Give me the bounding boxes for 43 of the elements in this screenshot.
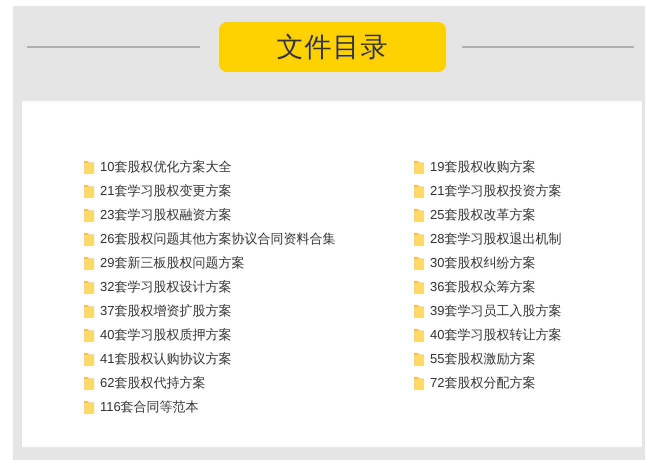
folder-name[interactable]: 19套股权收购方案 <box>430 157 536 177</box>
folder-icon <box>84 328 94 342</box>
folder-name[interactable]: 30套股权纠纷方案 <box>430 253 536 273</box>
section-title: 文件目录 <box>219 22 446 72</box>
folder-name[interactable]: 39套学习员工入股方案 <box>430 301 562 321</box>
folder-name[interactable]: 62套股权代持方案 <box>100 373 206 393</box>
folder-icon <box>414 304 424 318</box>
folder-icon <box>414 280 424 294</box>
folder-icon <box>84 352 94 366</box>
folder-icon <box>414 256 424 270</box>
folder-icon <box>84 304 94 318</box>
folder-icon <box>84 256 94 270</box>
folder-icon <box>414 208 424 222</box>
folder-name[interactable]: 40套学习股权质押方案 <box>100 325 232 345</box>
folder-name[interactable]: 72套股权分配方案 <box>430 373 536 393</box>
folder-name[interactable]: 40套学习股权转让方案 <box>430 325 562 345</box>
folder-icon <box>84 160 94 174</box>
folder-icon <box>84 184 94 198</box>
folder-name[interactable]: 10套股权优化方案大全 <box>100 157 232 177</box>
folder-icon <box>84 232 94 246</box>
folder-name[interactable]: 28套学习股权退出机制 <box>430 229 562 249</box>
folder-name[interactable]: 25套股权改革方案 <box>430 205 536 225</box>
folder-name[interactable]: 37套股权增资扩股方案 <box>100 301 232 321</box>
folder-icon <box>414 352 424 366</box>
folder-icon <box>414 376 424 390</box>
folder-icon <box>84 280 94 294</box>
folder-icon <box>414 184 424 198</box>
folder-name[interactable]: 32套学习股权设计方案 <box>100 277 232 297</box>
folder-name[interactable]: 21套学习股权变更方案 <box>100 181 232 201</box>
folder-icon <box>84 400 94 414</box>
folder-name[interactable]: 36套股权众筹方案 <box>430 277 536 297</box>
folder-name[interactable]: 55套股权激励方案 <box>430 349 536 369</box>
folder-icon <box>84 208 94 222</box>
folder-icon <box>84 376 94 390</box>
folder-name[interactable]: 21套学习股权投资方案 <box>430 181 562 201</box>
folder-name[interactable]: 26套股权问题其他方案协议合同资料合集 <box>100 229 336 249</box>
folder-name[interactable]: 23套学习股权融资方案 <box>100 205 232 225</box>
folder-icon <box>414 328 424 342</box>
folder-name[interactable]: 41套股权认购协议方案 <box>100 349 232 369</box>
folder-name[interactable]: 29套新三板股权问题方案 <box>100 253 244 273</box>
folder-icon <box>414 232 424 246</box>
folder-name[interactable]: 116套合同等范本 <box>100 397 199 417</box>
folder-icon <box>414 160 424 174</box>
